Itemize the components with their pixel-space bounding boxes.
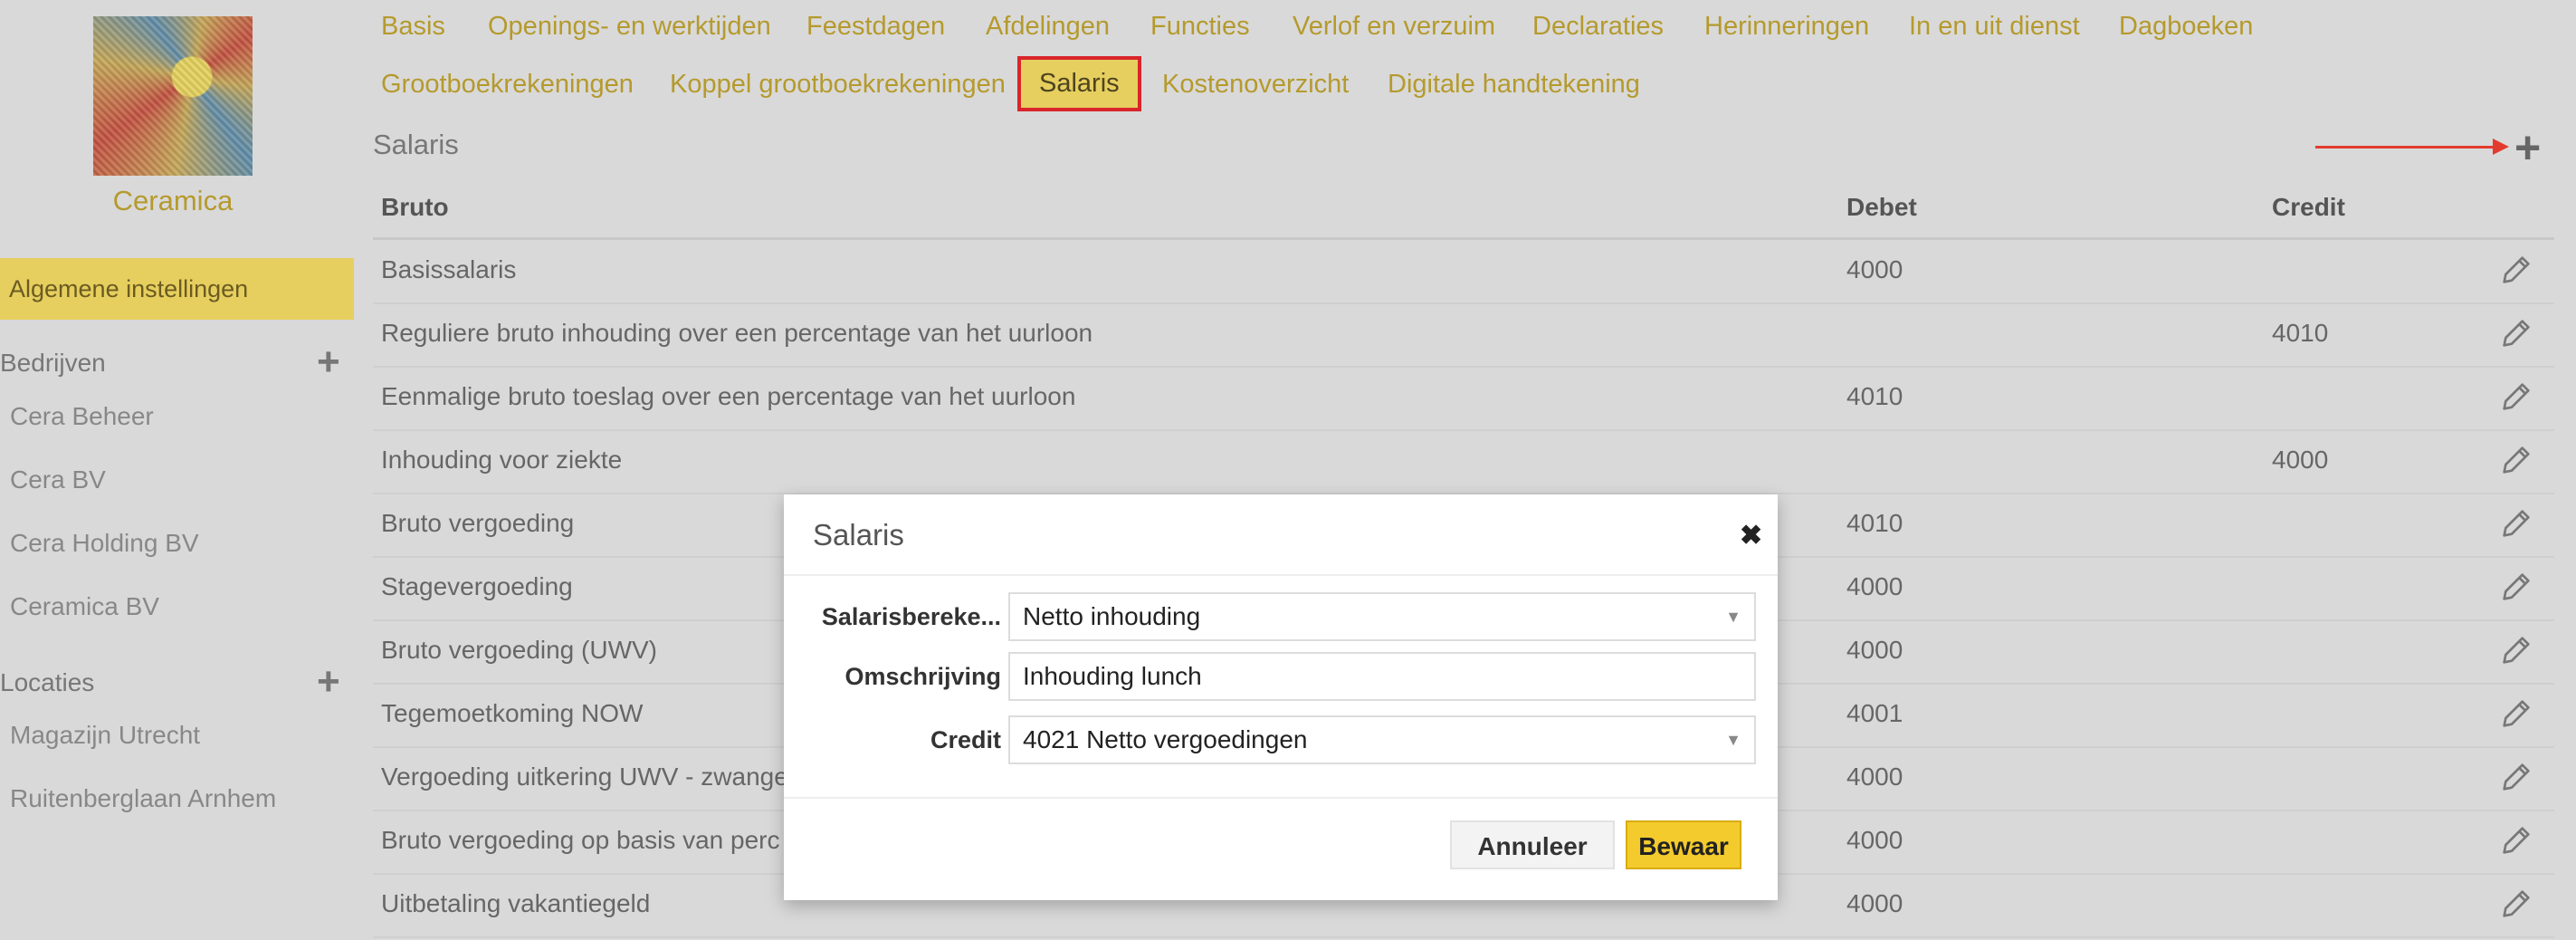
edit-pencil-icon[interactable]: [2498, 379, 2534, 415]
row-name: Reguliere bruto inhouding over een perce…: [381, 319, 1093, 347]
row-debet: 4000: [1846, 763, 1903, 791]
row-debet: 4010: [1846, 509, 1903, 537]
salary-modal: Salaris ✖ Salarisbereke... Netto inhoudi…: [784, 494, 1778, 900]
edit-pencil-icon[interactable]: [2498, 822, 2534, 858]
tab-herinneringen[interactable]: Herinneringen: [1704, 12, 1869, 42]
column-header-bruto: Bruto: [381, 193, 449, 221]
salary-calc-select[interactable]: Netto inhouding ▼: [1008, 592, 1756, 641]
row-name: Inhouding voor ziekte: [381, 446, 623, 474]
row-name: Vergoeding uitkering UWV - zwange: [381, 763, 788, 791]
table-row: Eenmalige bruto toeslag over een percent…: [373, 366, 2554, 431]
sidebar-item-company[interactable]: Ceramica BV: [10, 592, 159, 621]
tab-verlof-verzuim[interactable]: Verlof en verzuim: [1293, 12, 1495, 42]
row-debet: 4000: [1846, 255, 1903, 283]
credit-value: 4021 Netto vergoedingen: [1023, 725, 1308, 753]
add-location-plus-icon[interactable]: +: [317, 662, 340, 702]
modal-title: Salaris: [813, 518, 904, 552]
description-input[interactable]: Inhouding lunch: [1008, 652, 1756, 701]
edit-pencil-icon[interactable]: [2498, 505, 2534, 542]
modal-header-divider: [784, 574, 1778, 576]
row-debet: 4000: [1846, 636, 1903, 664]
tab-dagboeken[interactable]: Dagboeken: [2119, 12, 2253, 42]
company-logo: [93, 16, 253, 176]
tab-in-uit-dienst[interactable]: In en uit dienst: [1909, 12, 2080, 42]
tab-afdelingen[interactable]: Afdelingen: [986, 12, 1110, 42]
sidebar: Ceramica Algemene instellingen Bedrijven…: [0, 0, 355, 940]
page-title: Salaris: [373, 129, 459, 160]
column-header-debet: Debet: [1846, 193, 1917, 221]
edit-pencil-icon[interactable]: [2498, 886, 2534, 922]
edit-pencil-icon[interactable]: [2498, 759, 2534, 795]
add-company-plus-icon[interactable]: +: [317, 342, 340, 382]
tab-salaris[interactable]: Salaris: [1017, 56, 1141, 111]
salary-calc-label: Salarisbereke...: [821, 603, 1001, 630]
row-debet: 4001: [1846, 699, 1903, 727]
row-debet: 4010: [1846, 382, 1903, 410]
row-name: Bruto vergoeding op basis van perc: [381, 826, 780, 854]
row-name: Stagevergoeding: [381, 572, 573, 600]
sidebar-item-company[interactable]: Cera BV: [10, 465, 106, 494]
company-name[interactable]: Ceramica: [0, 185, 346, 217]
edit-pencil-icon[interactable]: [2498, 252, 2534, 288]
chevron-down-icon: ▼: [1725, 608, 1741, 626]
row-debet: 4000: [1846, 572, 1903, 600]
credit-select[interactable]: 4021 Netto vergoedingen ▼: [1008, 715, 1756, 764]
tab-declaraties[interactable]: Declaraties: [1532, 12, 1664, 42]
tab-grootboekrekeningen[interactable]: Grootboekrekeningen: [381, 70, 634, 100]
row-credit: 4000: [2272, 446, 2329, 474]
credit-label: Credit: [930, 726, 1001, 753]
add-salary-plus-icon[interactable]: +: [2514, 125, 2541, 170]
sidebar-item-company[interactable]: Cera Holding BV: [10, 529, 199, 558]
sidebar-item-general-settings[interactable]: Algemene instellingen: [0, 258, 354, 320]
sidebar-item-company[interactable]: Cera Beheer: [10, 402, 154, 431]
table-row: Reguliere bruto inhouding over een perce…: [373, 302, 2554, 368]
modal-footer-divider: [784, 797, 1778, 799]
tab-kostenoverzicht[interactable]: Kostenoverzicht: [1162, 70, 1349, 100]
sidebar-item-location[interactable]: Ruitenberglaan Arnhem: [10, 784, 276, 813]
save-button[interactable]: Bewaar: [1626, 820, 1741, 869]
table-row: Inhouding voor ziekte 4000: [373, 429, 2554, 494]
edit-pencil-icon[interactable]: [2498, 632, 2534, 668]
edit-pencil-icon[interactable]: [2498, 569, 2534, 605]
chevron-down-icon: ▼: [1725, 731, 1741, 749]
tab-openings-werktijden[interactable]: Openings- en werktijden: [488, 12, 771, 42]
row-name: Bruto vergoeding (UWV): [381, 636, 658, 664]
salary-calc-value: Netto inhouding: [1023, 602, 1201, 630]
tab-basis[interactable]: Basis: [381, 12, 445, 42]
companies-section-label: Bedrijven: [0, 349, 106, 377]
cancel-button[interactable]: Annuleer: [1450, 820, 1615, 869]
annotation-arrow: [2315, 146, 2496, 149]
row-credit: 4010: [2272, 319, 2329, 347]
edit-pencil-icon[interactable]: [2498, 315, 2534, 351]
annotation-arrow-head: [2493, 139, 2509, 155]
row-debet: 4000: [1846, 889, 1903, 917]
edit-pencil-icon[interactable]: [2498, 695, 2534, 732]
row-name: Eenmalige bruto toeslag over een percent…: [381, 382, 1076, 410]
tab-koppel-grootboekrekeningen[interactable]: Koppel grootboekrekeningen: [670, 70, 1006, 100]
row-name: Uitbetaling vakantiegeld: [381, 889, 651, 917]
tab-functies[interactable]: Functies: [1150, 12, 1250, 42]
sidebar-item-location[interactable]: Magazijn Utrecht: [10, 721, 200, 750]
column-header-credit: Credit: [2272, 193, 2345, 221]
locations-section-label: Locaties: [0, 668, 95, 696]
edit-pencil-icon[interactable]: [2498, 442, 2534, 478]
close-icon[interactable]: ✖: [1740, 520, 1762, 552]
row-name: Bruto vergoeding: [381, 509, 575, 537]
row-debet: 4000: [1846, 826, 1903, 854]
table-row: Basissalaris 4000: [373, 239, 2554, 304]
row-name: Tegemoetkoming NOW: [381, 699, 644, 727]
description-label: Omschrijving: [844, 663, 1001, 690]
tab-digitale-handtekening[interactable]: Digitale handtekening: [1388, 70, 1640, 100]
tab-feestdagen[interactable]: Feestdagen: [806, 12, 945, 42]
row-name: Basissalaris: [381, 255, 517, 283]
